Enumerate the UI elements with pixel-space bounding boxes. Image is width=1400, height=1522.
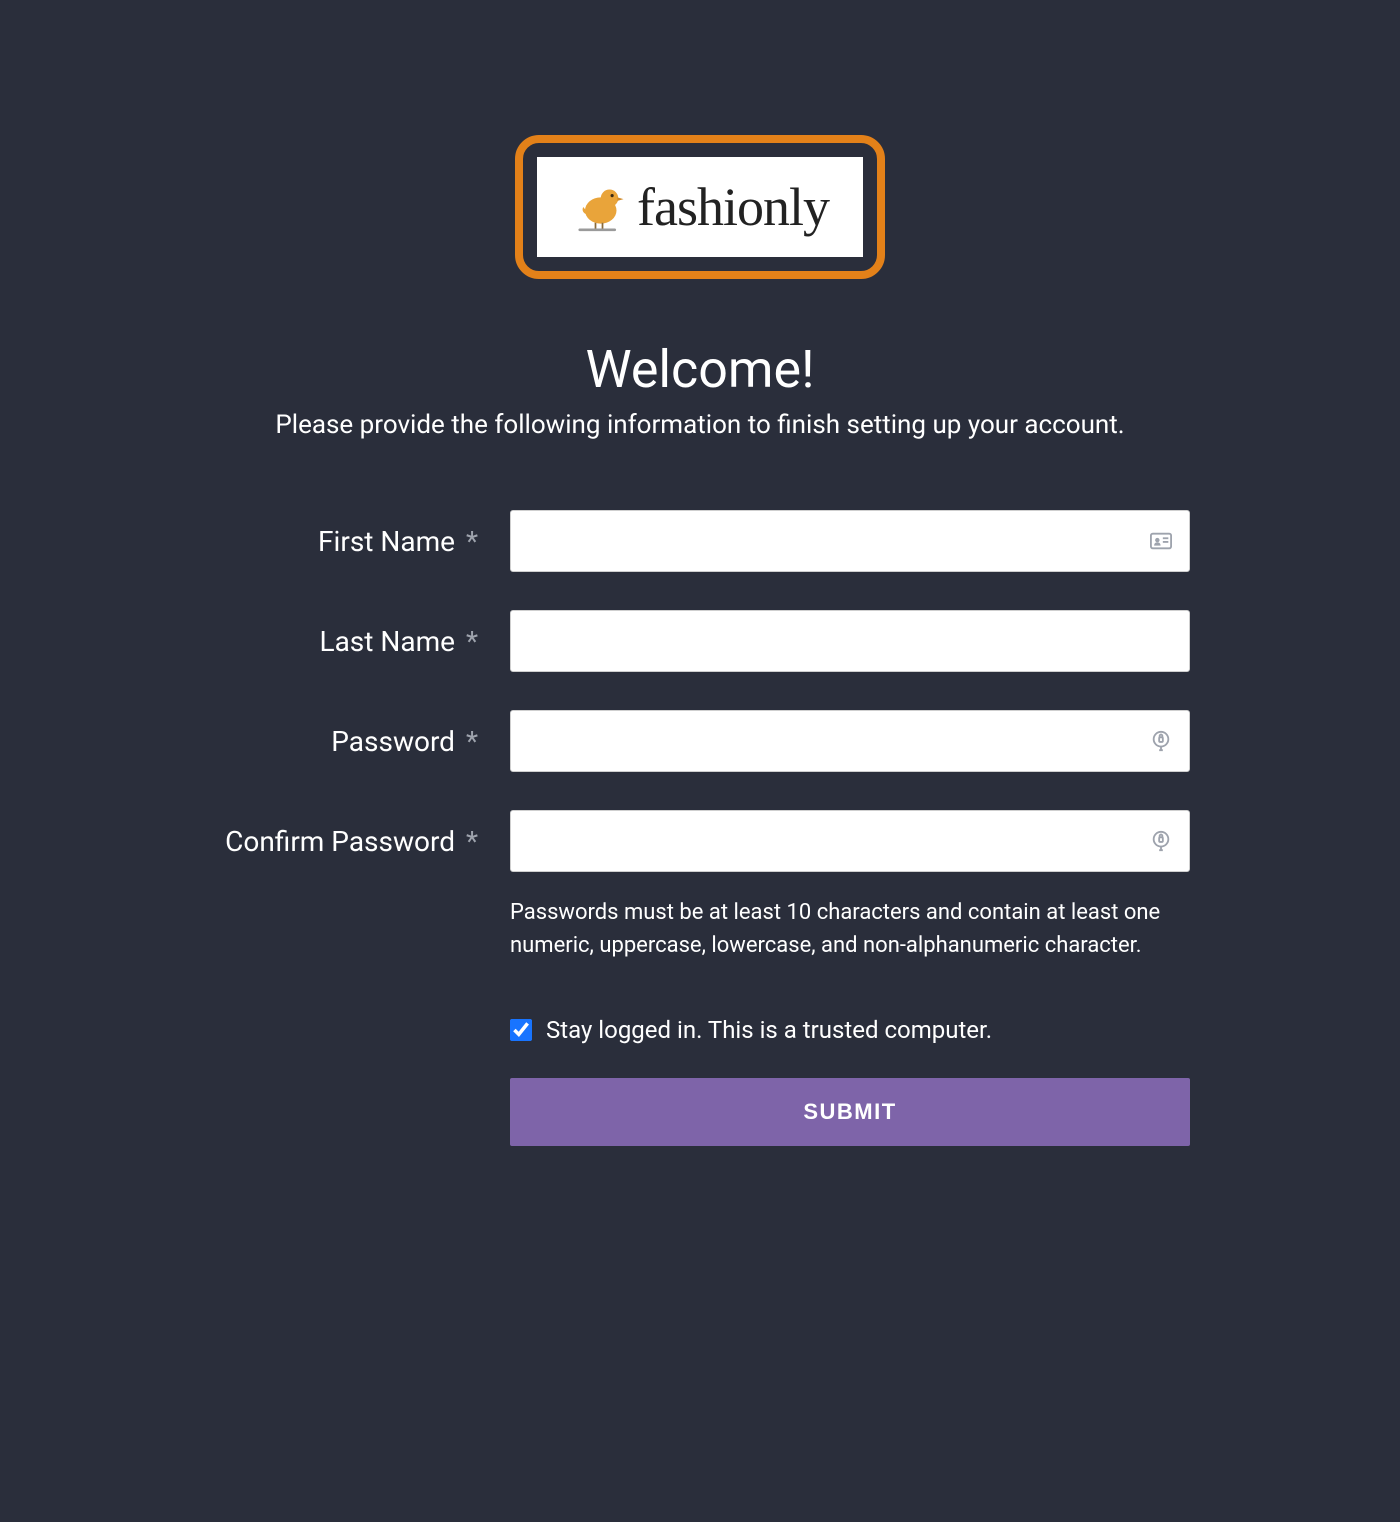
- password-row: Password *: [210, 710, 1190, 772]
- first-name-label: First Name *: [210, 525, 510, 558]
- page-title: Welcome!: [210, 339, 1190, 400]
- page-subtitle: Please provide the following information…: [210, 410, 1190, 440]
- last-name-input[interactable]: [510, 610, 1190, 672]
- logo: fashionly: [537, 157, 863, 257]
- confirm-password-input[interactable]: [510, 810, 1190, 872]
- id-card-icon: [1148, 528, 1174, 554]
- stay-logged-in-row: Stay logged in. This is a trusted comput…: [510, 1016, 1190, 1044]
- password-input[interactable]: [510, 710, 1190, 772]
- submit-button[interactable]: SUBMIT: [510, 1078, 1190, 1146]
- bird-icon: [571, 179, 627, 235]
- signup-container: fashionly Welcome! Please provide the fo…: [210, 0, 1190, 1146]
- confirm-password-row: Confirm Password *: [210, 810, 1190, 872]
- logo-text: fashionly: [637, 176, 829, 238]
- password-label: Password *: [210, 725, 510, 758]
- first-name-row: First Name *: [210, 510, 1190, 572]
- first-name-input[interactable]: [510, 510, 1190, 572]
- key-lock-icon: [1148, 828, 1174, 854]
- key-lock-icon: [1148, 728, 1174, 754]
- last-name-row: Last Name *: [210, 610, 1190, 672]
- last-name-label: Last Name *: [210, 625, 510, 658]
- stay-logged-in-checkbox[interactable]: [510, 1019, 532, 1041]
- confirm-password-label: Confirm Password *: [210, 825, 510, 858]
- logo-frame: fashionly: [515, 135, 885, 279]
- password-help-text: Passwords must be at least 10 characters…: [510, 896, 1190, 962]
- stay-logged-in-label: Stay logged in. This is a trusted comput…: [546, 1016, 992, 1044]
